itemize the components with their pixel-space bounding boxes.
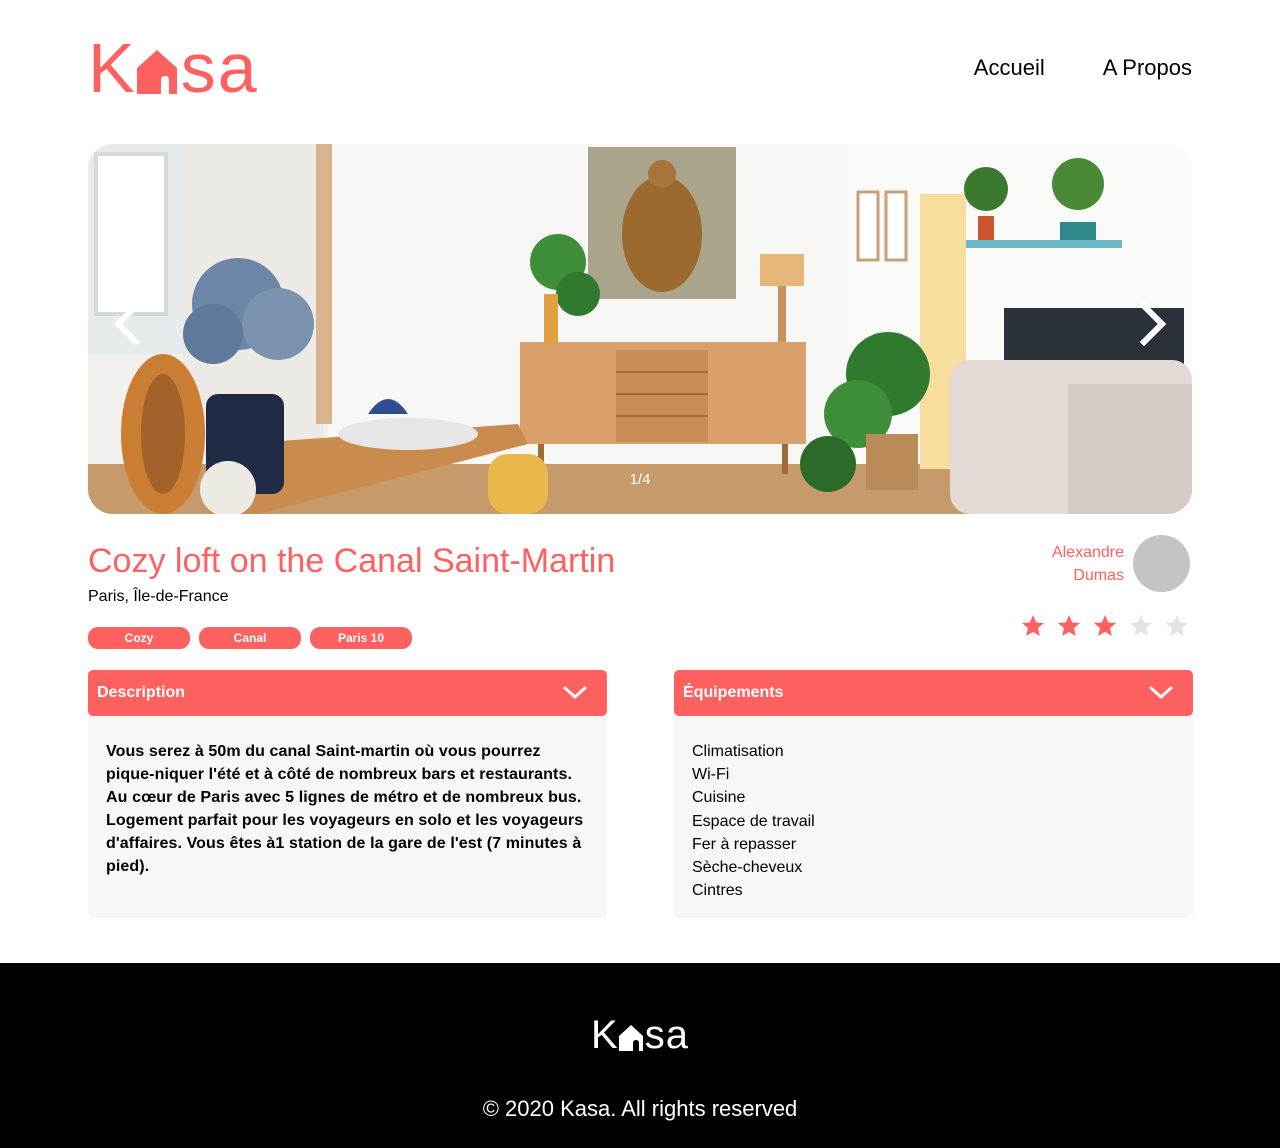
kasa-logo[interactable]: K sa <box>88 33 259 103</box>
listing-photo <box>88 144 1192 514</box>
description-collapse: Description Vous serez à 50m du canal Sa… <box>88 670 607 918</box>
equipments-heading: Équipements <box>683 684 784 701</box>
star-filled-icon <box>1021 614 1045 636</box>
tag-list: Cozy Canal Paris 10 <box>88 627 412 649</box>
site-footer: K sa © 2020 Kasa. All rights reserved <box>0 963 1280 1148</box>
star-filled-icon <box>1057 614 1081 636</box>
star-filled-icon <box>1093 614 1117 636</box>
star-empty-icon <box>1129 614 1153 636</box>
main-nav: Accueil A Propos <box>974 55 1192 81</box>
host-last-name: Dumas <box>1073 567 1124 584</box>
equipment-item: Cuisine <box>692 789 746 807</box>
logo-letter-k: K <box>88 29 137 107</box>
footer-logo: K sa <box>0 1015 1280 1055</box>
host-first-name: Alexandre <box>1051 544 1124 561</box>
logo-letters-sa: sa <box>180 29 259 107</box>
equipment-item: Sèche-cheveux <box>692 859 803 877</box>
nav-link-a-propos[interactable]: A Propos <box>1103 55 1192 81</box>
footer-logo-letters-sa: sa <box>644 1013 689 1057</box>
tag: Canal <box>199 627 301 649</box>
host-info: Alexandre Dumas <box>1000 535 1192 593</box>
equipment-item: Climatisation <box>692 743 784 760</box>
house-icon <box>136 50 177 94</box>
tag: Cozy <box>88 627 190 649</box>
chevron-right-icon[interactable] <box>1128 300 1176 348</box>
star-empty-icon <box>1165 614 1189 636</box>
tag: Paris 10 <box>310 627 412 649</box>
description-toggle[interactable]: Description <box>88 670 607 716</box>
chevron-down-icon <box>563 686 587 699</box>
equipment-item: Wi-Fi <box>692 766 730 784</box>
rating-stars <box>1020 613 1190 639</box>
description-text: Vous serez à 50m du canal Saint-martin o… <box>106 743 584 875</box>
site-header: K sa Accueil A Propos <box>88 33 1192 103</box>
slide-counter: 1/4 <box>629 471 651 488</box>
equipment-item: Fer à repasser <box>692 835 797 853</box>
description-body: Vous serez à 50m du canal Saint-martin o… <box>88 716 607 918</box>
nav-link-accueil[interactable]: Accueil <box>974 55 1045 81</box>
listing-location: Paris, Île-de-France <box>88 588 229 605</box>
description-heading: Description <box>97 684 186 701</box>
copyright-text: © 2020 Kasa. All rights reserved <box>482 1096 798 1121</box>
host-avatar <box>1133 535 1190 592</box>
equipment-item: Cintres <box>692 882 743 900</box>
equipments-toggle[interactable]: Équipements <box>674 670 1193 716</box>
photo-carousel <box>88 144 1192 514</box>
equipment-item: Espace de travail <box>692 812 815 830</box>
host-name: Alexandre Dumas <box>1052 541 1124 587</box>
equipment-list: Climatisation Wi-Fi Cuisine Espace de tr… <box>692 740 1175 902</box>
footer-logo-letter-k: K <box>591 1013 619 1057</box>
chevron-down-icon <box>1149 686 1173 699</box>
equipments-body: Climatisation Wi-Fi Cuisine Espace de tr… <box>674 716 1193 918</box>
equipments-collapse: Équipements Climatisation Wi-Fi Cuisine … <box>674 670 1193 918</box>
house-icon <box>618 1025 643 1051</box>
listing-title: Cozy loft on the Canal Saint-Martin <box>88 542 616 580</box>
chevron-left-icon[interactable] <box>104 300 152 348</box>
